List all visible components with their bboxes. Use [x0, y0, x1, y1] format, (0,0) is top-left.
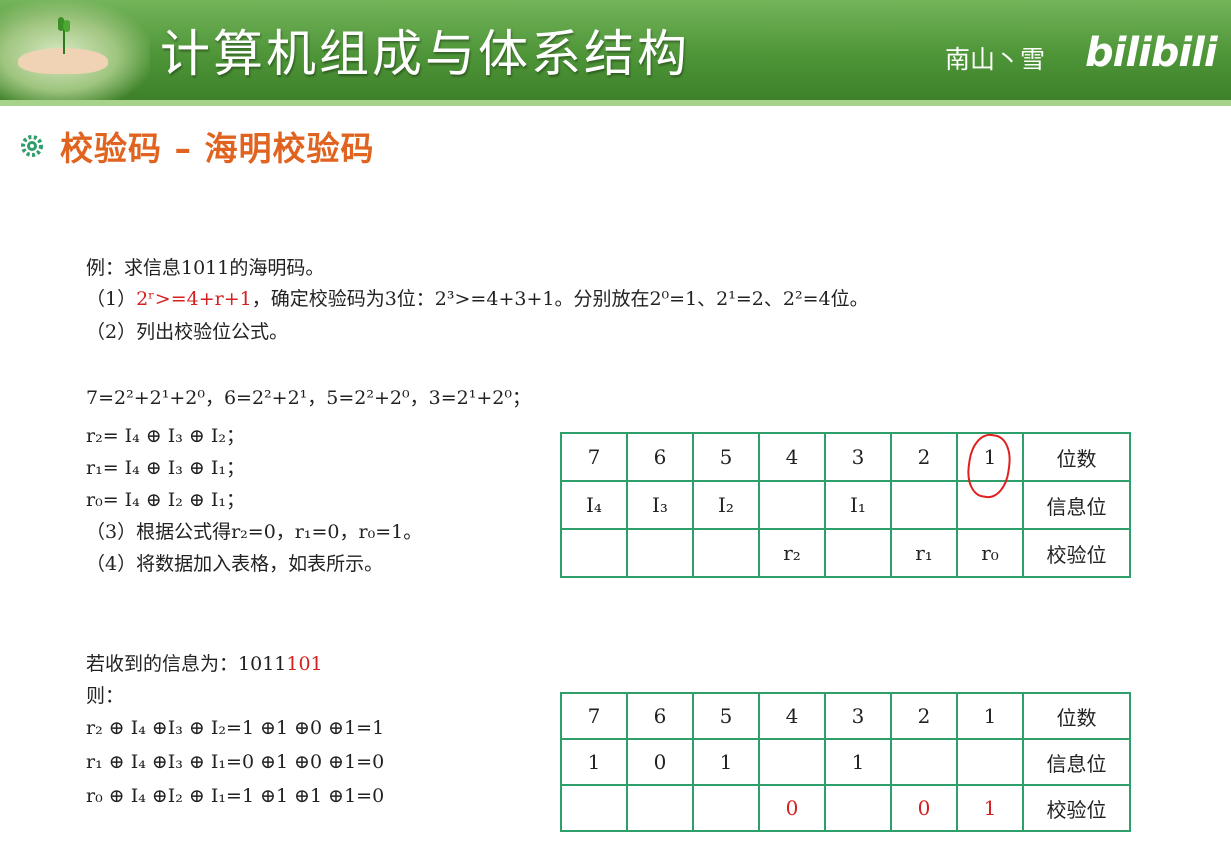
row-label: 位数: [1022, 432, 1131, 482]
table-row-check: r₂ r₁ r₀ 校验位: [560, 528, 1131, 578]
table-cell: [956, 738, 1024, 786]
r2-formula: r₂= I₄ ⊕ I₃ ⊕ I₂；: [86, 425, 246, 447]
gear-icon: [21, 135, 43, 157]
table-cell: [758, 480, 826, 530]
table-cell: r₀: [956, 528, 1024, 578]
sprout-icon: [58, 17, 70, 54]
table-cell: 4: [758, 432, 826, 482]
step1-line: （1）2ʳ>=4+r+1，确定校验码为3位：2³>=4+3+1。分别放在2⁰=1…: [86, 287, 869, 311]
table-cell: r₁: [890, 528, 958, 578]
table-cell: [692, 784, 760, 832]
received-prefix: 若收到的信息为：: [86, 653, 239, 675]
table-cell: 7: [560, 692, 628, 740]
received-bits-red: 101: [286, 653, 323, 675]
step1-text: ，确定校验码为3位：2³>=4+3+1。分别放在2⁰=1、2¹=2、2²=4位。: [251, 288, 869, 310]
table-cell: 1: [956, 784, 1024, 832]
table-cell: I₁: [824, 480, 892, 530]
step1-prefix: （1）: [86, 288, 137, 310]
header-divider: [0, 100, 1231, 106]
table-cell: [626, 784, 694, 832]
table-cell: [824, 784, 892, 832]
table-cell: 0: [758, 784, 826, 832]
r0-formula: r₀= I₄ ⊕ I₂ ⊕ I₁；: [86, 489, 246, 511]
table-row-positions: 7 6 5 4 3 2 1 位数: [560, 692, 1131, 740]
table-cell: [890, 480, 958, 530]
table-cell: 5: [692, 692, 760, 740]
table-cell: 1: [824, 738, 892, 786]
table-row-check: 0 0 1 校验位: [560, 784, 1131, 832]
table-cell: [560, 784, 628, 832]
check-eq-1: r₂ ⊕ I₄ ⊕I₃ ⊕ I₂=1 ⊕1 ⊕0 ⊕1=1: [86, 717, 385, 739]
page-title: 计算机组成与体系结构: [160, 25, 690, 83]
sprout-logo: [0, 0, 150, 100]
r1-formula: r₁= I₄ ⊕ I₃ ⊕ I₁；: [86, 457, 246, 479]
row-label: 校验位: [1022, 784, 1131, 832]
hamming-table-2: 7 6 5 4 3 2 1 位数 1 0 1 1 信息位 0 0 1 校验位: [560, 692, 1131, 832]
section-title: 校验码 – 海明校验码: [60, 129, 375, 168]
step1-formula: 2ʳ>=4+r+1: [136, 288, 252, 310]
row-label: 信息位: [1022, 480, 1131, 530]
table-cell: [626, 528, 694, 578]
table-cell: 1: [560, 738, 628, 786]
hamming-table-1: 7 6 5 4 3 2 1 位数 I₄ I₃ I₂ I₁ 信息位 r₂ r₁ r…: [560, 432, 1131, 578]
section-heading: 校验码 – 海明校验码: [18, 122, 374, 170]
table-cell: I₂: [692, 480, 760, 530]
table-cell: 4: [758, 692, 826, 740]
table-row-positions: 7 6 5 4 3 2 1 位数: [560, 432, 1131, 482]
table-cell: 2: [890, 692, 958, 740]
table-cell: 3: [824, 432, 892, 482]
step3-line: （3）根据公式得r₂=0，r₁=0，r₀=1。: [86, 521, 423, 543]
received-bits: 1011: [238, 653, 287, 675]
table-cell: 1: [956, 692, 1024, 740]
table-cell: r₂: [758, 528, 826, 578]
header-banner: 计算机组成与体系结构 南山丶雪 bilibili: [0, 0, 1231, 100]
step4-line: （4）将数据加入表格，如表所示。: [86, 553, 384, 575]
table-cell: 7: [560, 432, 628, 482]
table-cell: 0: [626, 738, 694, 786]
step2-line: （2）列出校验位公式。: [86, 321, 289, 343]
table-cell: 5: [692, 432, 760, 482]
table-cell: [758, 738, 826, 786]
table-cell: 3: [824, 692, 892, 740]
table-row-info: 1 0 1 1 信息位: [560, 738, 1131, 786]
table-cell: 0: [890, 784, 958, 832]
table-cell: [692, 528, 760, 578]
check-eq-2: r₁ ⊕ I₄ ⊕I₃ ⊕ I₁=0 ⊕1 ⊕0 ⊕1=0: [86, 751, 385, 773]
row-label: 位数: [1022, 692, 1131, 740]
table-cell: [824, 528, 892, 578]
table-cell: 6: [626, 692, 694, 740]
table-cell: [560, 528, 628, 578]
table-cell: I₄: [560, 480, 628, 530]
bilibili-logo: bilibili: [1085, 30, 1218, 76]
received-line: 若收到的信息为：1011101: [86, 652, 323, 676]
check-eq-3: r₀ ⊕ I₄ ⊕I₂ ⊕ I₁=1 ⊕1 ⊕1 ⊕1=0: [86, 785, 385, 807]
decomposition-line: 7=2²+2¹+2⁰，6=2²+2¹，5=2²+2⁰，3=2¹+2⁰；: [86, 387, 531, 409]
author-name: 南山丶雪: [945, 45, 1046, 74]
row-label: 信息位: [1022, 738, 1131, 786]
example-intro: 例：求信息1011的海明码。: [86, 257, 325, 279]
table-cell: 1: [692, 738, 760, 786]
table-cell: 6: [626, 432, 694, 482]
table-cell: 2: [890, 432, 958, 482]
row-label: 校验位: [1022, 528, 1131, 578]
table-cell: [890, 738, 958, 786]
then-line: 则：: [86, 685, 125, 707]
table-cell: I₃: [626, 480, 694, 530]
table-row-info: I₄ I₃ I₂ I₁ 信息位: [560, 480, 1131, 530]
